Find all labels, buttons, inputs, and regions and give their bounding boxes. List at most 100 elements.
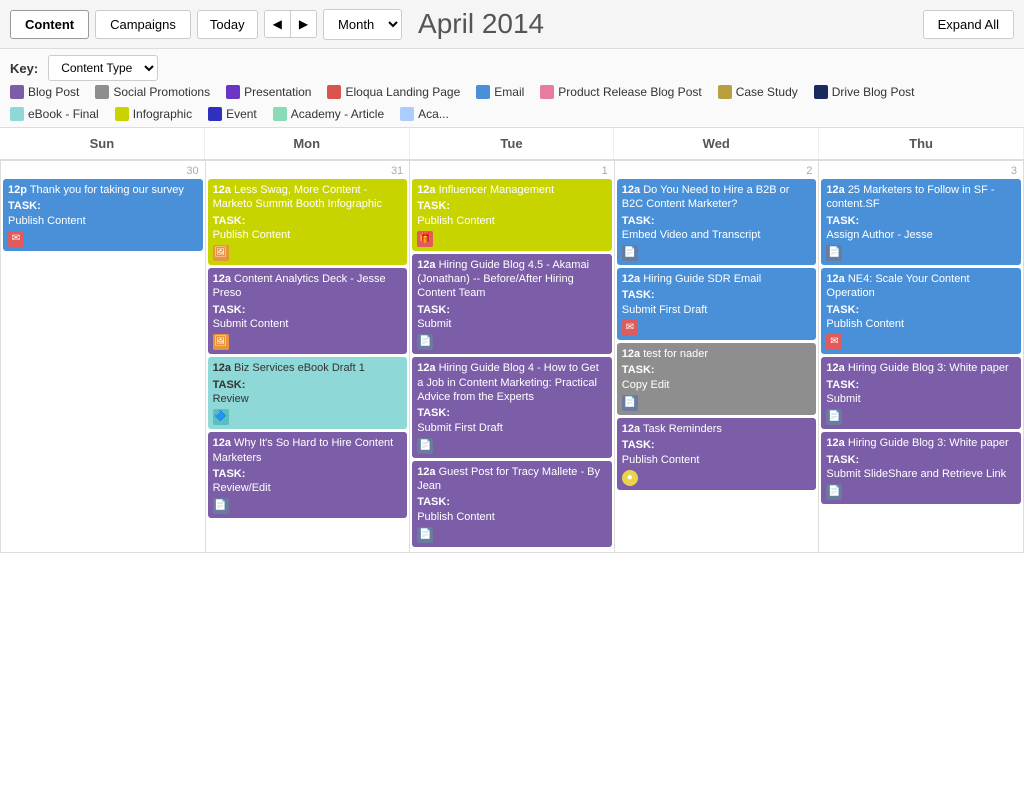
doc-icon: 📄 (417, 527, 433, 543)
task-label: TASK: (213, 467, 403, 481)
legend-color-aca (400, 107, 414, 121)
legend-aca: Aca... (400, 107, 449, 121)
legend-event: Event (208, 107, 257, 121)
month-select[interactable]: Month Week Day (323, 9, 402, 40)
legend-label-eloqua: Eloqua Landing Page (345, 85, 460, 99)
key-label: Key: (10, 61, 38, 76)
legend-color-academy (273, 107, 287, 121)
event-hiring-blog3-slideshare[interactable]: 12a Hiring Guide Blog 3: White paper TAS… (821, 432, 1021, 504)
event-sdr-email[interactable]: 12a Hiring Guide SDR Email TASK: Submit … (617, 268, 817, 340)
task-name: Publish Content (213, 228, 403, 242)
task-name: Publish Content (417, 214, 607, 228)
task-label: TASK: (213, 378, 403, 392)
event-hiring-blog-4[interactable]: 12a Hiring Guide Blog 4 - How to Get a J… (412, 357, 612, 457)
legend-label-ebook: eBook - Final (28, 107, 99, 121)
legend-color-case-study (718, 85, 732, 99)
task-name: Submit First Draft (417, 421, 607, 435)
event-biz-ebook[interactable]: 12a Biz Services eBook Draft 1 TASK: Rev… (208, 357, 408, 429)
event-hard-hire[interactable]: 12a Why It's So Hard to Hire Content Mar… (208, 432, 408, 518)
event-guest-post-tracy[interactable]: 12a Guest Post for Tracy Mallete - By Je… (412, 461, 612, 547)
today-button[interactable]: Today (197, 10, 258, 39)
legend-label-academy: Academy - Article (291, 107, 384, 121)
day-number-3: 3 (821, 163, 1021, 179)
task-label: TASK: (417, 199, 607, 213)
event-title: Content Analytics Deck - Jesse Preso (213, 273, 386, 299)
day-number-30: 30 (3, 163, 203, 179)
nav-next-button[interactable]: ▶ (291, 11, 316, 37)
event-time: 12a (622, 348, 640, 360)
event-time: 12a (417, 259, 435, 271)
header-thu: Thu (819, 128, 1024, 159)
calendar-day-30: 30 12p Thank you for taking our survey T… (1, 161, 206, 553)
event-25-marketers[interactable]: 12a 25 Marketers to Follow in SF - conte… (821, 179, 1021, 265)
tab-campaigns[interactable]: Campaigns (95, 10, 191, 39)
event-influencer[interactable]: 12a Influencer Management TASK: Publish … (412, 179, 612, 251)
task-label: TASK: (622, 363, 812, 377)
event-content-analytics[interactable]: 12a Content Analytics Deck - Jesse Preso… (208, 268, 408, 354)
event-title: Hiring Guide Blog 3: White paper (848, 362, 1009, 374)
header-tue: Tue (410, 128, 615, 159)
task-label: TASK: (213, 214, 403, 228)
legend-color-ebook (10, 107, 24, 121)
task-label: TASK: (417, 406, 607, 420)
task-name: Assign Author - Jesse (826, 228, 1016, 242)
event-title: test for nader (643, 348, 708, 360)
event-time: 12a (826, 273, 844, 285)
calendar-day-3: 3 12a 25 Marketers to Follow in SF - con… (819, 161, 1024, 553)
event-ne4-scale[interactable]: 12a NE4: Scale Your Content Operation TA… (821, 268, 1021, 354)
toolbar: Content Campaigns Today ◀ ▶ Month Week D… (0, 0, 1024, 49)
task-label: TASK: (826, 453, 1016, 467)
doc-icon: 📄 (622, 395, 638, 411)
calendar-day-31: 31 12a Less Swag, More Content - Marketo… (206, 161, 411, 553)
task-label: TASK: (826, 214, 1016, 228)
nav-prev-button[interactable]: ◀ (265, 11, 291, 37)
legend-ebook: eBook - Final (10, 107, 99, 121)
event-thank-you-survey[interactable]: 12p Thank you for taking our survey TASK… (3, 179, 203, 251)
legend-drive-blog: Drive Blog Post (814, 85, 915, 99)
circle-icon: ● (622, 470, 638, 486)
event-hiring-blog3-submit[interactable]: 12a Hiring Guide Blog 3: White paper TAS… (821, 357, 1021, 429)
task-label: TASK: (622, 288, 812, 302)
day-number-1: 1 (412, 163, 612, 179)
event-title: Hiring Guide SDR Email (643, 273, 761, 285)
legend-social: Social Promotions (95, 85, 210, 99)
header-mon: Mon (205, 128, 410, 159)
legend-label-drive-blog: Drive Blog Post (832, 85, 915, 99)
legend-blog-post: Blog Post (10, 85, 79, 99)
legend-email: Email (476, 85, 524, 99)
task-label: TASK: (417, 303, 607, 317)
header-sun: Sun (0, 128, 205, 159)
event-hiring-blog-45[interactable]: 12a Hiring Guide Blog 4.5 - Akamai (Jona… (412, 254, 612, 354)
task-name: Publish Content (8, 214, 198, 228)
event-b2b-b2c[interactable]: 12a Do You Need to Hire a B2B or B2C Con… (617, 179, 817, 265)
task-label: TASK: (826, 378, 1016, 392)
calendar-header: Sun Mon Tue Wed Thu (0, 128, 1024, 161)
task-name: Publish Content (826, 317, 1016, 331)
event-title: Hiring Guide Blog 3: White paper (848, 437, 1009, 449)
legend-infographic: Infographic (115, 107, 192, 121)
content-type-select[interactable]: Content Type (48, 55, 158, 81)
event-task-reminders[interactable]: 12a Task Reminders TASK: Publish Content… (617, 418, 817, 490)
page-title: April 2014 (418, 8, 907, 40)
legend-product-release: Product Release Blog Post (540, 85, 701, 99)
event-time: 12a (622, 423, 640, 435)
event-time: 12p (8, 184, 27, 196)
expand-all-button[interactable]: Expand All (923, 10, 1014, 39)
task-name: Embed Video and Transcript (622, 228, 812, 242)
event-less-swag[interactable]: 12a Less Swag, More Content - Marketo Su… (208, 179, 408, 265)
legend-label-product-release: Product Release Blog Post (558, 85, 701, 99)
legend-presentation: Presentation (226, 85, 311, 99)
task-name: Review (213, 392, 403, 406)
task-name: Submit First Draft (622, 303, 812, 317)
task-name: Submit SlideShare and Retrieve Link (826, 467, 1016, 481)
doc-icon: 📄 (826, 484, 842, 500)
event-time: 12a (213, 437, 231, 449)
event-title: NE4: Scale Your Content Operation (826, 273, 969, 299)
event-time: 12a (826, 362, 844, 374)
tab-content[interactable]: Content (10, 10, 89, 39)
preso-icon: 🖼 (213, 245, 229, 261)
legend-label-aca: Aca... (418, 107, 449, 121)
event-time: 12a (826, 184, 844, 196)
legend-color-blog-post (10, 85, 24, 99)
event-test-nader[interactable]: 12a test for nader TASK: Copy Edit 📄 (617, 343, 817, 415)
